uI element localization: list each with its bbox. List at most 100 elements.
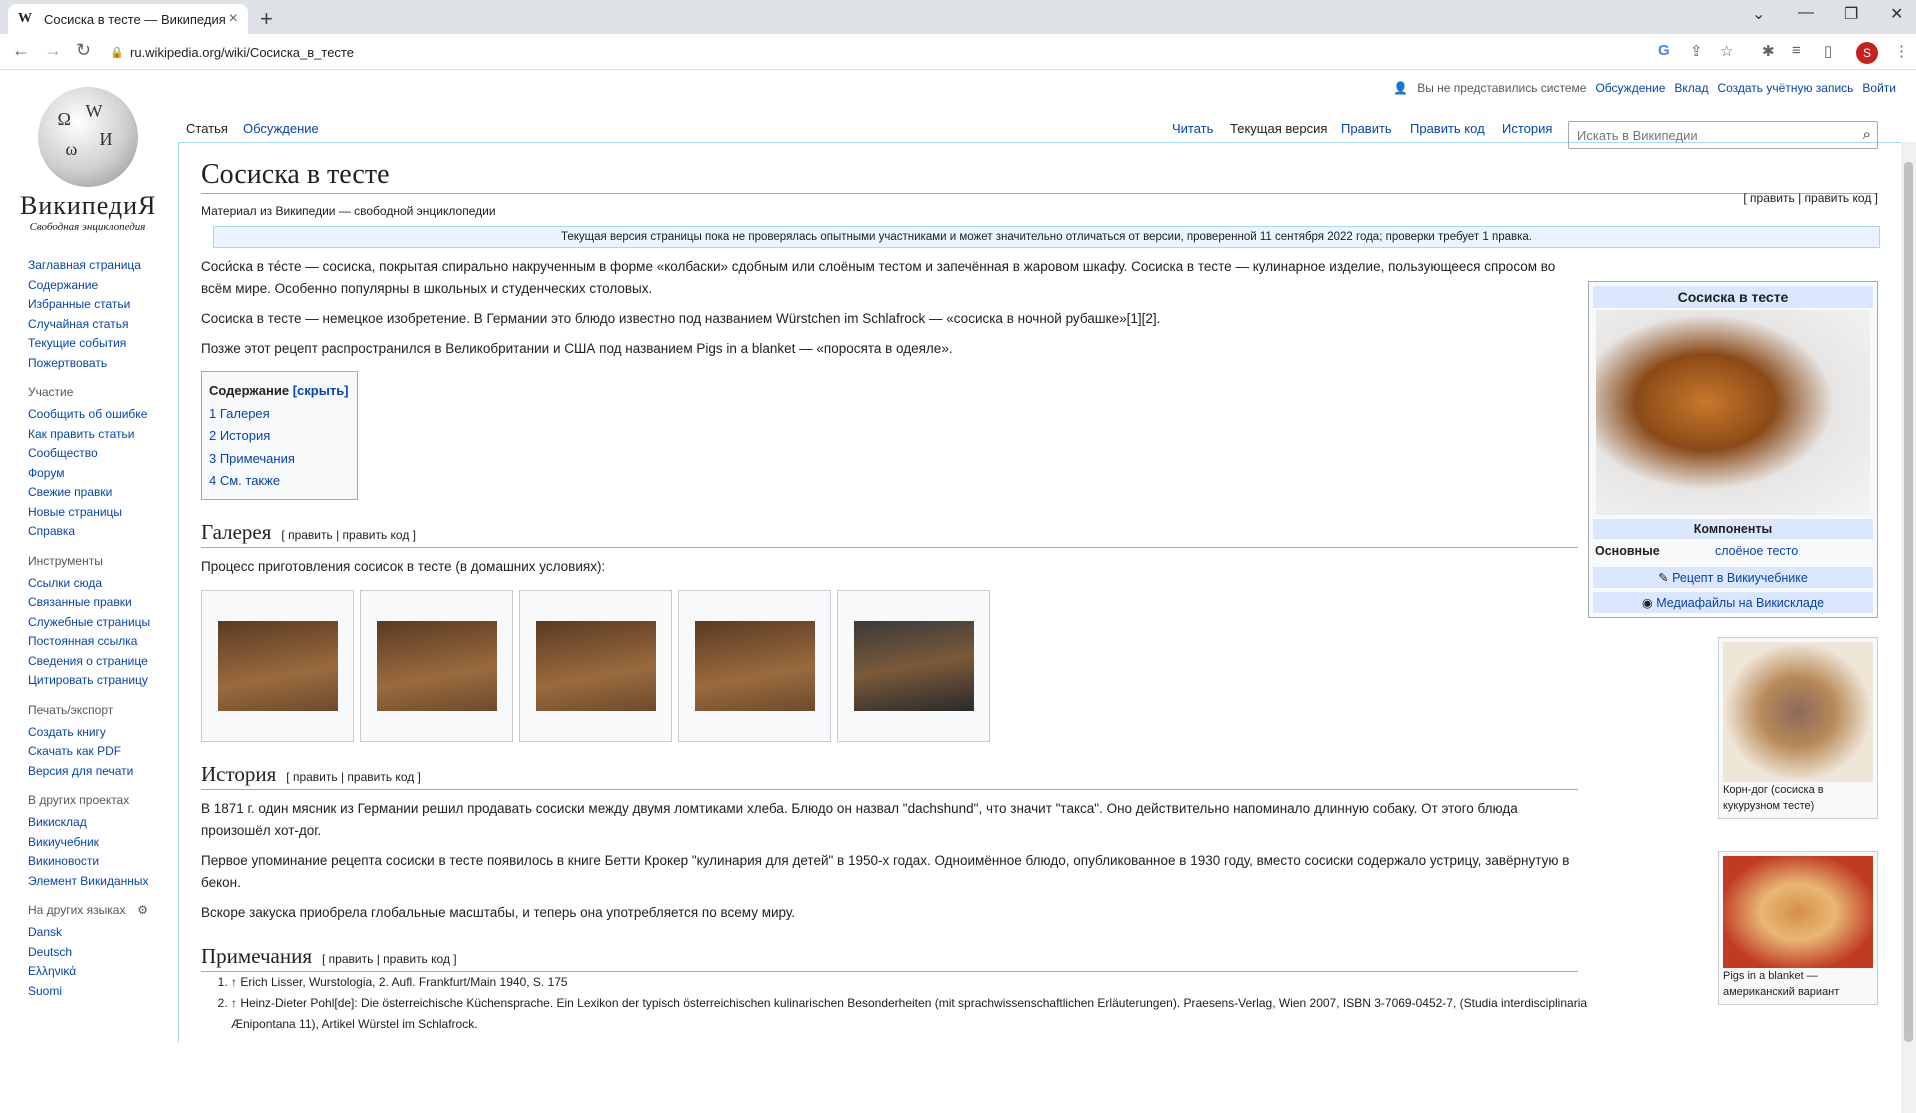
infobox-value[interactable]: слоёное тесто (1715, 544, 1798, 558)
contributions-link[interactable]: Вклад (1674, 81, 1708, 95)
gallery-image[interactable] (853, 620, 974, 711)
sidebar-link[interactable]: Ελληνικά (28, 962, 178, 982)
scrollbar[interactable] (1901, 142, 1916, 1113)
new-tab-icon[interactable]: + (260, 6, 273, 32)
sidebar-link[interactable]: Цитировать страницу (28, 671, 178, 691)
sidebar-participation: Участие Сообщить об ошибке Как править с… (28, 385, 178, 542)
gallery-item[interactable] (678, 589, 831, 742)
close-window-icon[interactable]: ✕ (1890, 4, 1903, 24)
language-settings-gear-icon[interactable]: ⚙ (137, 903, 148, 917)
sidebar-link[interactable]: Заглавная страница (28, 256, 178, 276)
sidebar-link[interactable]: Скачать как PDF (28, 742, 178, 762)
sidebar-link[interactable]: Создать книгу (28, 723, 178, 743)
toc-item[interactable]: 3 Примечания (209, 448, 349, 471)
sidebar-link[interactable]: Элемент Викиданных (28, 872, 178, 892)
sidebar-link[interactable]: Как править статьи (28, 425, 178, 445)
section-edit-links[interactable]: [ править | править код ] (286, 770, 421, 784)
talk-link[interactable]: Обсуждение (1595, 81, 1665, 95)
gallery-item[interactable] (360, 589, 513, 742)
minimize-icon[interactable]: — (1798, 4, 1814, 22)
toc-hide-link[interactable]: [скрыть] (293, 383, 349, 398)
sidebar-link[interactable]: Постоянная ссылка (28, 632, 178, 652)
gallery-image[interactable] (376, 620, 497, 711)
media-link-text[interactable]: Медиафайлы на Викискладе (1656, 596, 1824, 610)
commons-media-link[interactable]: ◉ Медиафайлы на Викискладе (1593, 592, 1873, 613)
menu-icon[interactable]: ⋮ (1894, 42, 1909, 60)
sidebar-link[interactable]: Dansk (28, 923, 178, 943)
sidebar-link[interactable]: Содержание (28, 276, 178, 296)
sidebar-link[interactable]: Сообщество (28, 444, 178, 464)
sidebar-link[interactable]: Новые страницы (28, 503, 178, 523)
section-edit-links[interactable]: [ править | править код ] (281, 528, 416, 542)
sidebar-link[interactable]: Текущие события (28, 334, 178, 354)
scrollbar-thumb[interactable] (1904, 162, 1913, 1042)
search-icon[interactable]: ⌕ (1863, 126, 1871, 143)
sidebar-link[interactable]: Форум (28, 464, 178, 484)
address-bar[interactable]: 🔒 ru.wikipedia.org/wiki/Сосиска_в_тесте (110, 38, 1670, 66)
profile-avatar[interactable]: S (1856, 42, 1878, 64)
gallery-item[interactable] (201, 589, 354, 742)
forward-icon[interactable]: → (44, 40, 62, 61)
browser-tab[interactable]: W Сосиска в тесте — Википедия × (8, 4, 248, 34)
infobox-image[interactable] (1596, 310, 1870, 515)
gallery-item[interactable] (519, 589, 672, 742)
toc-item[interactable]: 2 История (209, 425, 349, 448)
sidebar-link[interactable]: Викисклад (28, 813, 178, 833)
thumbnail-image[interactable] (1723, 856, 1873, 968)
toc-item[interactable]: 1 Галерея (209, 403, 349, 426)
tab-article[interactable]: Статья (186, 121, 228, 136)
sidebar-link[interactable]: Сообщить об ошибке (28, 405, 178, 425)
sidebar-link[interactable]: Избранные статьи (28, 295, 178, 315)
gallery-item[interactable] (837, 589, 990, 742)
reload-icon[interactable]: ↻ (76, 40, 91, 61)
intro-paragraph-1: Соси́ска в те́сте — сосиска, покрытая сп… (201, 259, 1556, 296)
sidebar-link[interactable]: Справка (28, 522, 178, 542)
tab-search-icon[interactable]: ⌄ (1752, 4, 1765, 24)
sidebar-link[interactable]: Случайная статья (28, 315, 178, 335)
sidebar-link[interactable]: Связанные правки (28, 593, 178, 613)
section-edit-links[interactable]: [ править | править код ] (322, 952, 457, 966)
url-text: ru.wikipedia.org/wiki/Сосиска_в_тесте (130, 44, 354, 60)
recipe-link-text[interactable]: Рецепт в Викиучебнике (1672, 571, 1808, 585)
tab-edit[interactable]: Править (1341, 121, 1392, 136)
sidebar-link[interactable]: Сведения о странице (28, 652, 178, 672)
wikibooks-icon: ✎ (1658, 571, 1673, 585)
sidebar: Заглавная страница Содержание Избранные … (28, 256, 178, 1013)
infobox-section-heading: Компоненты (1593, 519, 1873, 539)
tab-history[interactable]: История (1502, 121, 1552, 136)
wikibooks-recipe-link[interactable]: ✎ Рецепт в Викиучебнике (1593, 567, 1873, 588)
login-link[interactable]: Войти (1862, 81, 1896, 95)
sidebar-link[interactable]: Deutsch (28, 943, 178, 963)
extensions-icon[interactable]: ✱ (1762, 42, 1775, 60)
tab-talk[interactable]: Обсуждение (243, 121, 319, 136)
tab-current-version[interactable]: Текущая версия (1230, 121, 1327, 136)
sidebar-link[interactable]: Викиновости (28, 852, 178, 872)
side-panel-icon[interactable]: ▯ (1824, 42, 1832, 60)
tab-edit-code[interactable]: Править код (1410, 121, 1485, 136)
bookmark-star-icon[interactable]: ☆ (1720, 42, 1733, 60)
sidebar-link[interactable]: Служебные страницы (28, 613, 178, 633)
toc-item[interactable]: 4 См. также (209, 470, 349, 493)
thumbnail-image[interactable] (1723, 642, 1873, 782)
page-edit-links[interactable]: [ править | править код ] (1743, 191, 1878, 205)
tab-read[interactable]: Читать (1172, 121, 1213, 136)
sidebar-link[interactable]: Пожертвовать (28, 354, 178, 374)
create-account-link[interactable]: Создать учётную запись (1717, 81, 1853, 95)
sidebar-link[interactable]: Suomi (28, 982, 178, 1002)
share-icon[interactable]: ⇪ (1690, 42, 1703, 60)
close-tab-icon[interactable]: × (229, 10, 238, 28)
sidebar-link[interactable]: Ссылки сюда (28, 574, 178, 594)
google-lens-icon[interactable]: G (1658, 42, 1670, 59)
gallery-image[interactable] (217, 620, 338, 711)
gallery-image[interactable] (694, 620, 815, 711)
back-icon[interactable]: ← (12, 40, 30, 61)
reference-item: ↑ Heinz-Dieter Pohl[de]: Die österreichi… (231, 993, 1591, 1035)
wikipedia-logo[interactable]: ΩWИω ВикипедиЯ Свободная энциклопедия (20, 87, 155, 233)
media-control-icon[interactable]: ≡ (1792, 42, 1801, 59)
thumbnail-caption: Pigs in a blanket — американский вариант (1723, 970, 1840, 998)
sidebar-link[interactable]: Викиучебник (28, 833, 178, 853)
gallery-image[interactable] (535, 620, 656, 711)
sidebar-link[interactable]: Свежие правки (28, 483, 178, 503)
restore-icon[interactable]: ❐ (1844, 4, 1858, 24)
sidebar-link[interactable]: Версия для печати (28, 762, 178, 782)
